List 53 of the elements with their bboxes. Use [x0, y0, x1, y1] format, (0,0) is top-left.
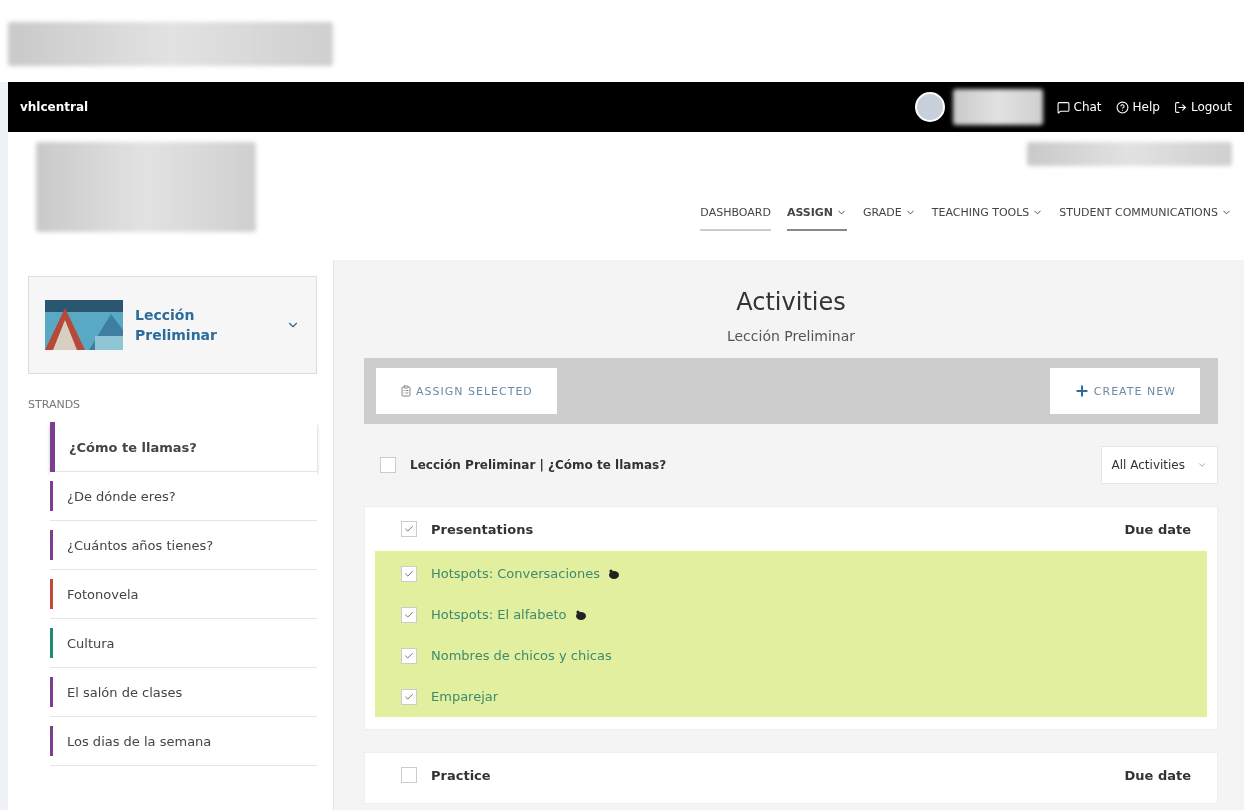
avatar[interactable]	[914, 92, 945, 122]
check-icon	[404, 568, 414, 579]
plus-icon	[1073, 383, 1090, 399]
strand-label: El salón de clases	[67, 684, 183, 700]
activity-label: Nombres de chicos y chicas	[431, 648, 612, 663]
chat-icon	[1056, 100, 1070, 114]
group-title: Practice	[431, 767, 491, 783]
clipboard-icon	[400, 385, 412, 397]
page-subtitle: Lección Preliminar	[725, 328, 857, 344]
create-new-button[interactable]: CREATE NEW	[1049, 368, 1200, 414]
checkbox[interactable]	[401, 606, 417, 623]
lesson-title: Lección Preliminar	[135, 305, 218, 345]
page-title: Activities	[735, 288, 847, 316]
nav-item[interactable]: DASHBOARD	[700, 206, 771, 231]
activity-label: Hotspots: El alfabeto	[431, 607, 567, 622]
brand-logo[interactable]: vhlcentral	[20, 100, 89, 114]
checkbox[interactable]	[401, 688, 417, 705]
assign-selected-button[interactable]: ASSIGN SELECTED	[376, 368, 557, 414]
strand-label: Fotonovela	[67, 586, 139, 602]
check-icon	[404, 524, 414, 534]
group-title: Presentations	[431, 521, 534, 537]
checkbox[interactable]	[401, 647, 417, 664]
strand-label: ¿Cómo te llamas?	[69, 439, 197, 455]
activity-label: Emparejar	[431, 689, 499, 704]
nav-item[interactable]: TEACHING TOOLS	[931, 206, 1044, 231]
strand-label: Cultura	[67, 635, 115, 651]
checkbox[interactable]	[401, 767, 417, 783]
check-icon	[404, 650, 414, 661]
strand-label: Los dias de la semana	[67, 733, 212, 749]
checkbox[interactable]	[401, 565, 417, 582]
nav-item[interactable]: GRADE	[863, 206, 916, 231]
strand-label: ¿Cuántos años tienes?	[67, 537, 214, 553]
breadcrumb-label: Lección Preliminar | ¿Cómo te llamas?	[410, 458, 667, 472]
nav-item[interactable]: STUDENT COMMUNICATIONS	[1059, 206, 1232, 231]
column-header: Due date	[1124, 521, 1191, 537]
header-link[interactable]: Chat	[1056, 100, 1102, 114]
column-header: Due date	[1124, 767, 1191, 783]
header-link[interactable]: Logout	[1173, 100, 1232, 114]
checkbox[interactable]	[380, 457, 396, 473]
strand-label: ¿De dónde eres?	[67, 488, 176, 504]
help-icon	[1115, 100, 1129, 114]
header-link[interactable]: Help	[1115, 100, 1160, 114]
strand-item[interactable]: ¿Cómo te llamas?	[50, 423, 317, 472]
caret-icon	[1197, 460, 1207, 470]
activity-label: Hotspots: Conversaciones	[431, 566, 600, 581]
check-icon	[404, 609, 414, 620]
checkbox[interactable]	[401, 521, 417, 537]
check-icon	[404, 691, 414, 702]
section-label: STRANDS	[28, 398, 82, 411]
nav-item[interactable]: ASSIGN	[786, 206, 848, 231]
lesson-selector[interactable]: Lección Preliminar	[28, 276, 317, 374]
logout-icon	[1173, 100, 1187, 114]
activity-filter[interactable]: All Activities	[1100, 446, 1218, 484]
